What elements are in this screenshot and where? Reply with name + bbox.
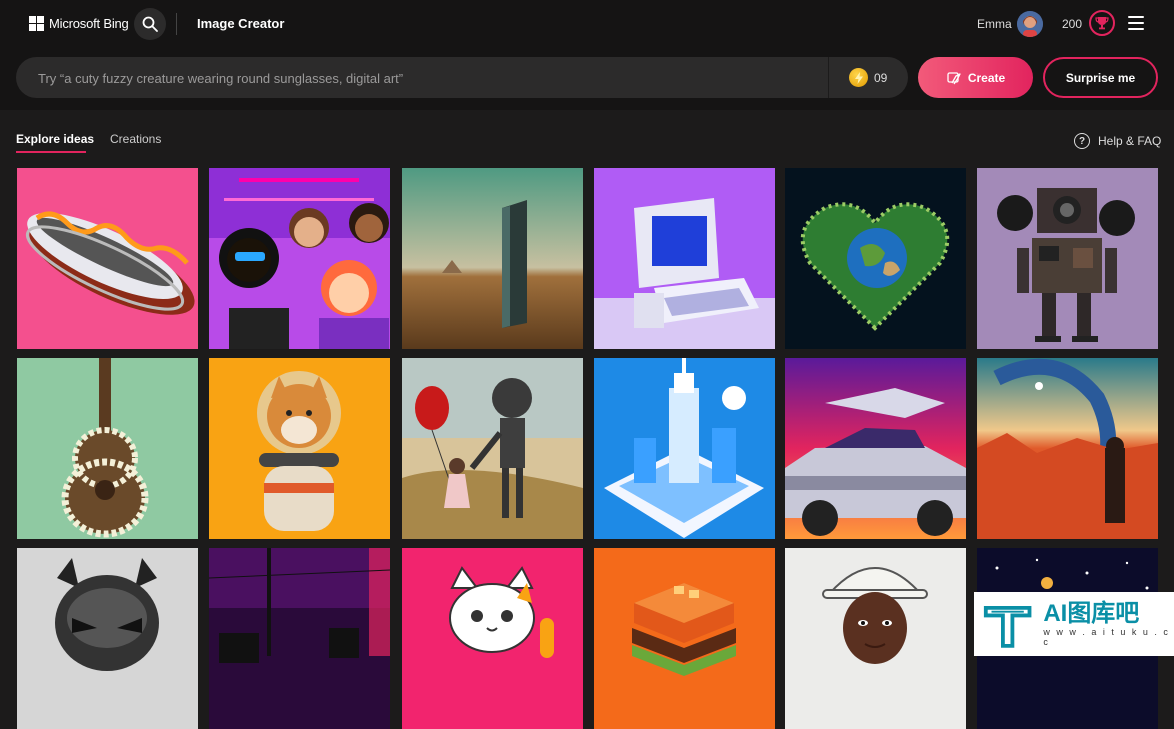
help-faq-link[interactable]: ? Help & FAQ	[1074, 133, 1161, 149]
watermark-title: AI图库吧	[1043, 600, 1140, 627]
create-brush-icon	[947, 71, 961, 84]
boosts-indicator[interactable]: 09	[849, 68, 887, 87]
gallery-image-hot-dog[interactable]	[17, 168, 198, 349]
microsoft-logo-icon	[29, 16, 44, 31]
gallery-image-neon-street[interactable]	[209, 548, 390, 729]
rewards-trophy-icon	[1095, 17, 1109, 30]
watermark: AI图库吧 w w w . a i t u k u . c c	[974, 592, 1174, 656]
boost-count: 09	[874, 70, 888, 85]
app-title[interactable]: Image Creator	[197, 16, 284, 31]
active-tab-underline	[16, 151, 86, 153]
boost-coin-icon	[849, 68, 868, 87]
hamburger-menu-icon[interactable]	[1128, 16, 1144, 30]
gallery-image-monolith[interactable]	[402, 168, 583, 349]
prompt-divider	[828, 57, 829, 98]
gallery-image-lucky-cat[interactable]	[402, 548, 583, 729]
gallery-image-chrome-helmet[interactable]	[17, 548, 198, 729]
prompt-input[interactable]	[36, 57, 820, 100]
prompt-box: 09	[16, 57, 908, 100]
gallery-image-friends[interactable]	[209, 168, 390, 349]
watermark-logo-icon	[983, 605, 1032, 648]
gallery-image-shiba-astronaut[interactable]	[209, 358, 390, 539]
bing-logo[interactable]: Microsoft Bing	[29, 16, 129, 31]
gallery-image-construction-woman[interactable]	[785, 548, 966, 729]
gallery-image-desert-figure[interactable]	[977, 358, 1158, 539]
watermark-url: w w w . a i t u k u . c c	[1043, 627, 1170, 647]
prompt-bar: 09 Create Surprise me	[0, 48, 1174, 110]
tab-explore-ideas[interactable]: Explore ideas	[16, 132, 94, 146]
create-button[interactable]: Create	[918, 57, 1033, 98]
surprise-me-button[interactable]: Surprise me	[1043, 57, 1158, 98]
gallery-image-retro-computer[interactable]	[594, 168, 775, 349]
search-button[interactable]	[134, 8, 166, 40]
user-name[interactable]: Emma	[977, 17, 1012, 31]
gallery-image-burger[interactable]	[594, 548, 775, 729]
reward-points[interactable]: 200	[1062, 17, 1082, 31]
top-bar: Microsoft Bing Image Creator Emma 200	[0, 0, 1174, 48]
gallery-image-robot-girl-balloon[interactable]	[402, 358, 583, 539]
gallery-image-delorean[interactable]	[785, 358, 966, 539]
search-icon	[142, 16, 158, 32]
gallery-image-steampunk-robot[interactable]	[977, 168, 1158, 349]
rewards-button[interactable]	[1089, 10, 1115, 36]
help-question-icon: ?	[1074, 133, 1090, 149]
header-divider	[176, 13, 177, 35]
help-label: Help & FAQ	[1098, 134, 1162, 148]
gallery-image-earth-heart[interactable]	[785, 168, 966, 349]
gallery-image-flower-guitar[interactable]	[17, 358, 198, 539]
avatar[interactable]	[1017, 11, 1043, 37]
tab-creations[interactable]: Creations	[110, 132, 161, 146]
gallery-image-isometric-city[interactable]	[594, 358, 775, 539]
create-label: Create	[967, 70, 1006, 85]
logo-text: Microsoft Bing	[49, 16, 129, 31]
